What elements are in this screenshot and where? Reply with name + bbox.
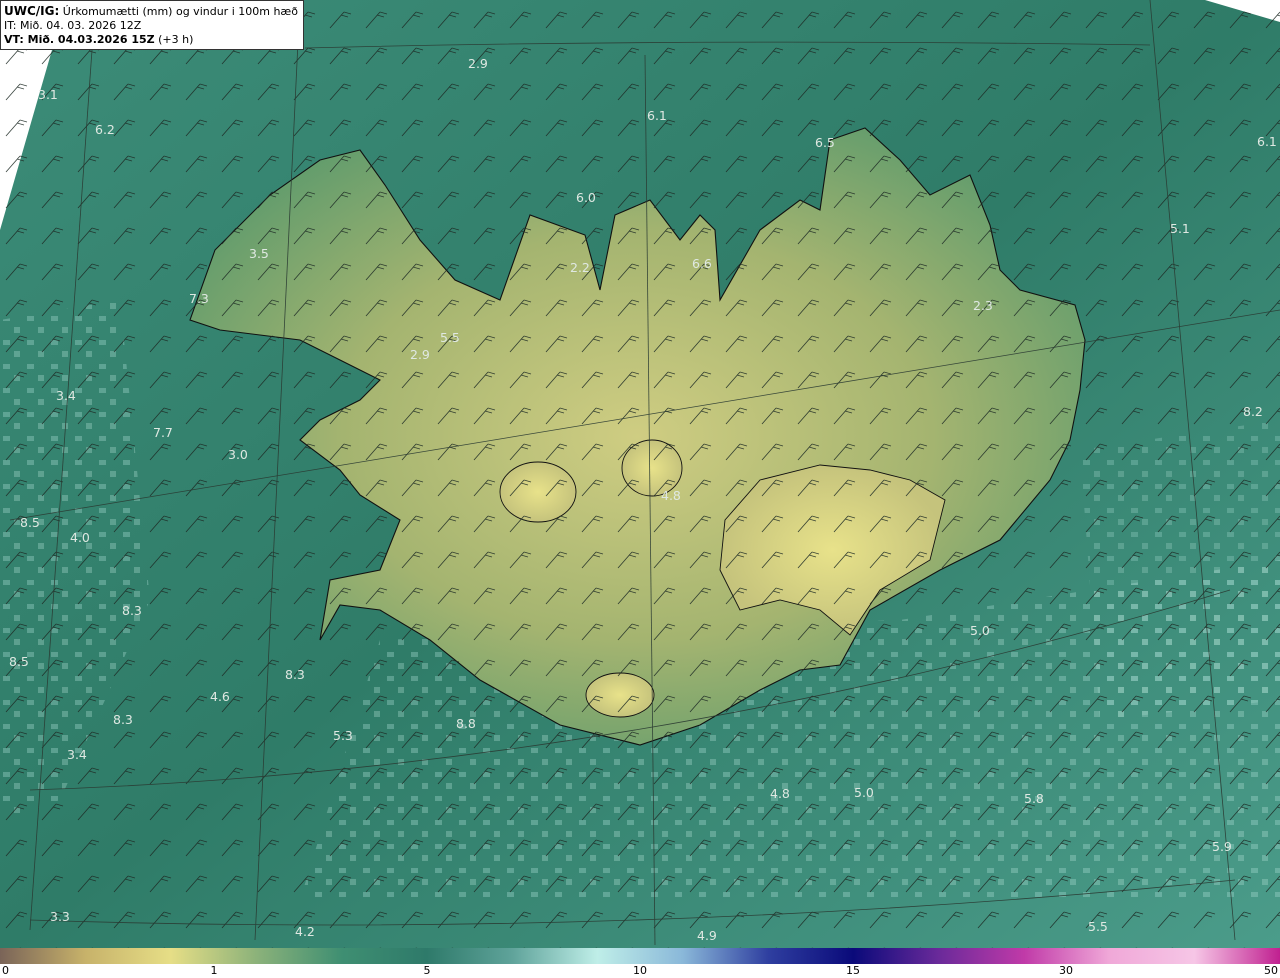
colorbar-ticks: 0 1 5 10 15 30 50 — [0, 964, 1280, 978]
value-label: 4.8 — [770, 786, 790, 801]
value-label: 5.1 — [1170, 221, 1190, 236]
product-description: Úrkomumætti (mm) og vindur i 100m hæð — [62, 5, 298, 18]
precipitation-wind-map: 3.1 6.2 2.9 6.1 6.5 6.1 6.0 5.1 3.5 7.3 … — [0, 0, 1280, 948]
value-label: 5.0 — [970, 623, 990, 638]
value-label: 6.5 — [815, 135, 835, 150]
colorbar-tick: 5 — [423, 964, 431, 977]
value-label: 4.9 — [697, 928, 717, 943]
value-label: 8.2 — [1243, 404, 1263, 419]
value-label: 7.7 — [153, 425, 173, 440]
colorbar-tick: 1 — [210, 964, 218, 977]
value-label: 8.8 — [456, 716, 476, 731]
value-label: 8.5 — [9, 654, 29, 669]
colorbar-gradient — [0, 948, 1280, 964]
value-label: 8.3 — [285, 667, 305, 682]
value-label: 2.9 — [410, 347, 430, 362]
value-label: 3.4 — [56, 388, 76, 403]
colorbar — [0, 948, 1280, 964]
colorbar-tick: 50 — [1264, 964, 1278, 977]
value-label: 7.3 — [189, 291, 209, 306]
value-label: 5.5 — [1088, 919, 1108, 934]
colorbar-tick: 30 — [1059, 964, 1073, 977]
model-name: UWC/IG: — [4, 4, 60, 18]
value-label: 2.3 — [973, 298, 993, 313]
init-time: IT: Mið. 04. 03. 2026 12Z — [4, 19, 142, 32]
value-label: 4.8 — [661, 488, 681, 503]
value-label: 6.1 — [647, 108, 667, 123]
value-label: 5.0 — [854, 785, 874, 800]
value-label: 4.6 — [210, 689, 230, 704]
value-label: 3.0 — [228, 447, 248, 462]
value-label: 5.8 — [1024, 791, 1044, 806]
value-label: 5.5 — [440, 330, 460, 345]
value-label: 3.3 — [50, 909, 70, 924]
value-label: 5.3 — [333, 728, 353, 743]
value-label: 4.0 — [70, 530, 90, 545]
colorbar-tick: 15 — [846, 964, 860, 977]
value-label: 6.6 — [692, 256, 712, 271]
value-label: 3.4 — [67, 747, 87, 762]
colorbar-tick: 0 — [2, 964, 9, 977]
value-label: 2.9 — [468, 56, 488, 71]
value-label: 8.3 — [113, 712, 133, 727]
valid-time-line: VT: Mið. 04.03.2026 15Z (+3 h) — [4, 33, 300, 47]
value-label: 5.9 — [1212, 839, 1232, 854]
value-label: 4.2 — [295, 924, 315, 939]
title-line: UWC/IG: Úrkomumætti (mm) og vindur i 100… — [4, 4, 300, 19]
valid-time: VT: Mið. 04.03.2026 15Z — [4, 33, 155, 46]
value-label: 6.1 — [1257, 134, 1277, 149]
colorbar-tick: 10 — [633, 964, 647, 977]
value-label: 8.5 — [20, 515, 40, 530]
wind-barbs-overlay — [0, 0, 1280, 948]
value-label: 2.2 — [570, 260, 590, 275]
lead-time: (+3 h) — [158, 33, 194, 46]
value-label: 6.0 — [576, 190, 596, 205]
value-label: 3.1 — [38, 87, 58, 102]
map-title-box: UWC/IG: Úrkomumætti (mm) og vindur i 100… — [0, 0, 304, 50]
value-label: 3.5 — [249, 246, 269, 261]
value-label: 8.3 — [122, 603, 142, 618]
value-label: 6.2 — [95, 122, 115, 137]
